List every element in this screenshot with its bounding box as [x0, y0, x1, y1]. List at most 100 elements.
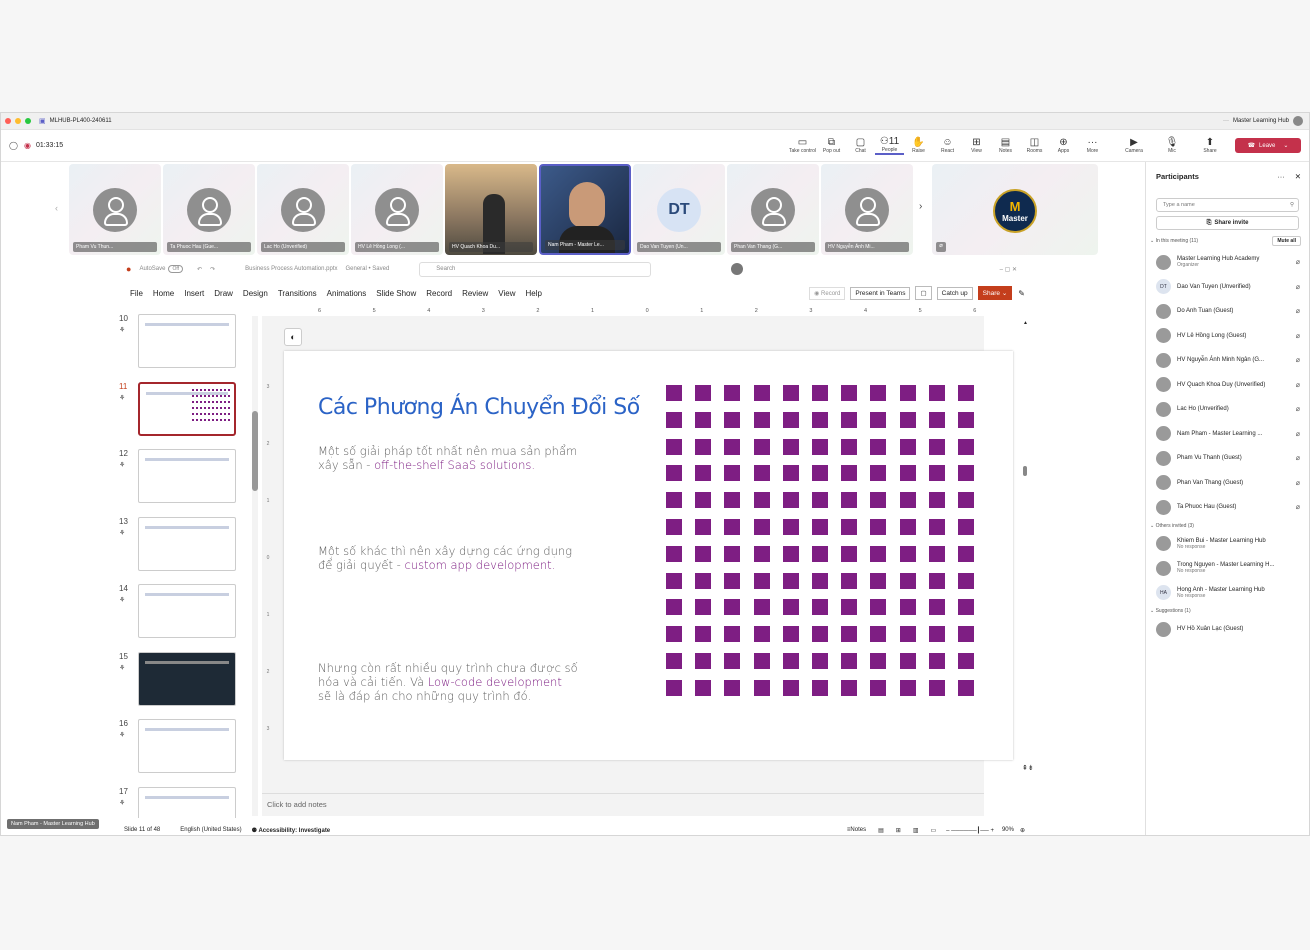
slide-title[interactable]: Các Phương Án Chuyển Đổi Số — [318, 395, 640, 420]
user-avatar[interactable] — [731, 263, 744, 275]
slideshow-icon[interactable]: ▭ — [930, 827, 936, 834]
participant-row[interactable]: Trong Nguyen - Master Learning H... No re… — [1146, 556, 1309, 581]
sorter-view-icon[interactable]: ⊞ — [896, 827, 901, 834]
zoom-slider[interactable]: – ──────┃── + — [946, 827, 994, 834]
record-button[interactable]: ◉ Record — [809, 286, 846, 300]
master-logo-tile[interactable]: M Master ⌀ — [932, 164, 1098, 255]
strip-next-icon[interactable]: › — [919, 201, 922, 212]
close-icon[interactable]: ✕ — [1295, 172, 1301, 181]
chat-button[interactable]: ▢ Chat — [846, 137, 875, 154]
suggestions-header[interactable]: ⌄ Suggestions (1) — [1146, 605, 1309, 617]
autosave-toggle[interactable]: Off — [168, 265, 184, 273]
leave-button[interactable]: ☎ Leave ⌄ — [1235, 138, 1301, 153]
participant-search-input[interactable]: Type a name ⚲ — [1156, 198, 1299, 212]
ribbon-tab-design[interactable]: Design — [243, 289, 268, 298]
account-avatar[interactable] — [1293, 116, 1303, 126]
participant-tile[interactable]: HV Quach Khoa Du... — [445, 164, 537, 255]
participant-tile[interactable]: HV Lê Hồng Long (... — [351, 164, 443, 255]
ribbon-tab-file[interactable]: File — [130, 289, 143, 298]
participant-row[interactable]: Pham Vu Thanh (Guest) ⌀ — [1146, 446, 1309, 471]
ribbon-tab-help[interactable]: Help — [526, 289, 542, 298]
slide-thumbnail[interactable] — [138, 381, 236, 436]
participant-row[interactable]: HV Hồ Xuân Lạc (Guest) — [1146, 617, 1309, 642]
ribbon-tab-record[interactable]: Record — [426, 289, 452, 298]
normal-view-icon[interactable]: ▤ — [878, 827, 884, 834]
undo-icon[interactable]: ↶ — [197, 266, 202, 273]
participant-tile[interactable]: DT Dao Van Tuyen (Un... — [633, 164, 725, 255]
participant-row[interactable]: HV Nguyễn Ánh Minh Ngân (G... ⌀ — [1146, 348, 1309, 373]
present-in-teams-button[interactable]: Present in Teams — [850, 286, 911, 300]
participant-row[interactable]: DT Dao Van Tuyen (Unverified) ⌀ — [1146, 275, 1309, 300]
participant-tile[interactable]: Lac Ho (Unverified) — [257, 164, 349, 255]
ribbon-tab-view[interactable]: View — [498, 289, 515, 298]
slide-thumbnail[interactable] — [138, 584, 236, 638]
chevron-down-icon[interactable]: ⌄ — [1283, 142, 1288, 149]
mute-all-button[interactable]: Mute all — [1272, 236, 1301, 246]
share-button[interactable]: Share ⌄ — [977, 286, 1013, 300]
take-control-button[interactable]: ▭ Take control — [788, 137, 817, 154]
participant-tile[interactable]: Pham Vu Thun... — [69, 164, 161, 255]
zoom-window-button[interactable] — [25, 118, 31, 124]
rooms-button[interactable]: ◫ Rooms — [1020, 137, 1049, 154]
slide-canvas[interactable]: Các Phương Án Chuyển Đổi Số Một số giải … — [284, 351, 1013, 760]
in-meeting-header[interactable]: ⌄ In this meeting (11) — [1146, 235, 1198, 247]
participant-tile[interactable]: Ta Phuoc Hau (Gue... — [163, 164, 255, 255]
mic-off-button[interactable]: 🎙 Mic — [1153, 137, 1191, 154]
ribbon-tab-slide-show[interactable]: Slide Show — [376, 289, 416, 298]
people-button[interactable]: ⚇11 People — [875, 136, 904, 155]
share-invite-button[interactable]: ⎘ Share invite — [1156, 216, 1299, 230]
participant-row[interactable]: Phan Van Thang (Guest) ⌀ — [1146, 471, 1309, 496]
ribbon-tab-home[interactable]: Home — [153, 289, 174, 298]
editor-scrollbar[interactable]: ▲ ⇞⇟ — [1020, 316, 1034, 786]
notes-button[interactable]: ▤ Notes — [991, 137, 1020, 154]
ribbon-tab-review[interactable]: Review — [462, 289, 488, 298]
fit-slide-icon[interactable]: ⊕ — [1020, 827, 1025, 834]
notes-toggle[interactable]: ≡Notes — [847, 827, 866, 833]
participant-row[interactable]: Ta Phuoc Hau (Guest) ⌀ — [1146, 495, 1309, 520]
participant-row[interactable]: HA Hong Anh - Master Learning Hub No respo… — [1146, 581, 1309, 606]
participant-row[interactable]: Khiem Bui - Master Learning Hub No respon… — [1146, 532, 1309, 557]
more-options-icon[interactable]: ··· — [1223, 118, 1229, 124]
slide-paragraph-1[interactable]: Một số giải pháp tốt nhất nên mua sản ph… — [318, 444, 578, 472]
slide-paragraph-2[interactable]: Một số khác thì nên xây dựng các ứng dụn… — [318, 544, 578, 572]
ribbon-tab-draw[interactable]: Draw — [214, 289, 233, 298]
language[interactable]: English (United States) — [180, 827, 241, 833]
pop-out-button[interactable]: ⧉ Pop out — [817, 137, 846, 154]
ribbon-tab-animations[interactable]: Animations — [327, 289, 367, 298]
ribbon-tab-transitions[interactable]: Transitions — [278, 289, 317, 298]
reading-view-icon[interactable]: ▥ — [913, 827, 919, 834]
participant-row[interactable]: Do Anh Tuan (Guest) ⌀ — [1146, 299, 1309, 324]
redo-icon[interactable]: ↷ — [210, 266, 215, 273]
participant-tile[interactable]: Nam Pham - Master Le... — [539, 164, 631, 255]
notes-pane[interactable]: Click to add notes — [262, 793, 984, 817]
slide-thumbnail[interactable] — [138, 449, 236, 503]
react-button[interactable]: ☺ React — [933, 137, 962, 154]
ribbon-tab-insert[interactable]: Insert — [184, 289, 204, 298]
catch-up-button[interactable]: Catch up — [936, 286, 973, 300]
more-button[interactable]: ··· More — [1078, 137, 1107, 154]
slide-thumbnail[interactable] — [138, 314, 236, 368]
accessibility-status[interactable]: ⚉ Accessibility: Investigate — [252, 827, 331, 834]
raise-hand-button[interactable]: ✋ Raise — [904, 137, 933, 154]
participant-tile[interactable]: Phan Van Thang (G... — [727, 164, 819, 255]
ppt-search-input[interactable]: Search — [419, 261, 652, 277]
designer-icon[interactable]: ◐ — [284, 328, 302, 346]
participant-row[interactable]: Nam Pham - Master Learning ... ⌀ — [1146, 422, 1309, 447]
minimize-window-button[interactable] — [15, 118, 21, 124]
participant-row[interactable]: HV Quach Khoa Duy (Unverified) ⌀ — [1146, 373, 1309, 398]
slide-thumbnail[interactable] — [138, 516, 236, 571]
others-invited-header[interactable]: ⌄ Others invited (3) — [1146, 520, 1309, 532]
copilot-icon[interactable]: ✎ — [1018, 289, 1025, 298]
slide-thumbnail[interactable] — [138, 651, 236, 706]
sensitivity-label[interactable]: General • Saved — [346, 266, 390, 272]
participant-row[interactable]: Lac Ho (Unverified) ⌀ — [1146, 397, 1309, 422]
window-buttons-icon[interactable]: – ▢ ✕ — [1000, 266, 1017, 273]
thumb-scrollbar[interactable] — [252, 316, 258, 816]
comments-icon[interactable]: ▢ — [915, 286, 932, 300]
participant-tile[interactable]: HV Nguyễn Ánh Mi... — [821, 164, 913, 255]
camera-off-button[interactable]: ▶ Camera — [1115, 137, 1153, 154]
view-button[interactable]: ⊞ View — [962, 137, 991, 154]
participant-row[interactable]: HV Lê Hồng Long (Guest) ⌀ — [1146, 324, 1309, 349]
apps-button[interactable]: ⊕ Apps — [1049, 137, 1078, 154]
slide-thumbnail[interactable] — [138, 719, 236, 773]
